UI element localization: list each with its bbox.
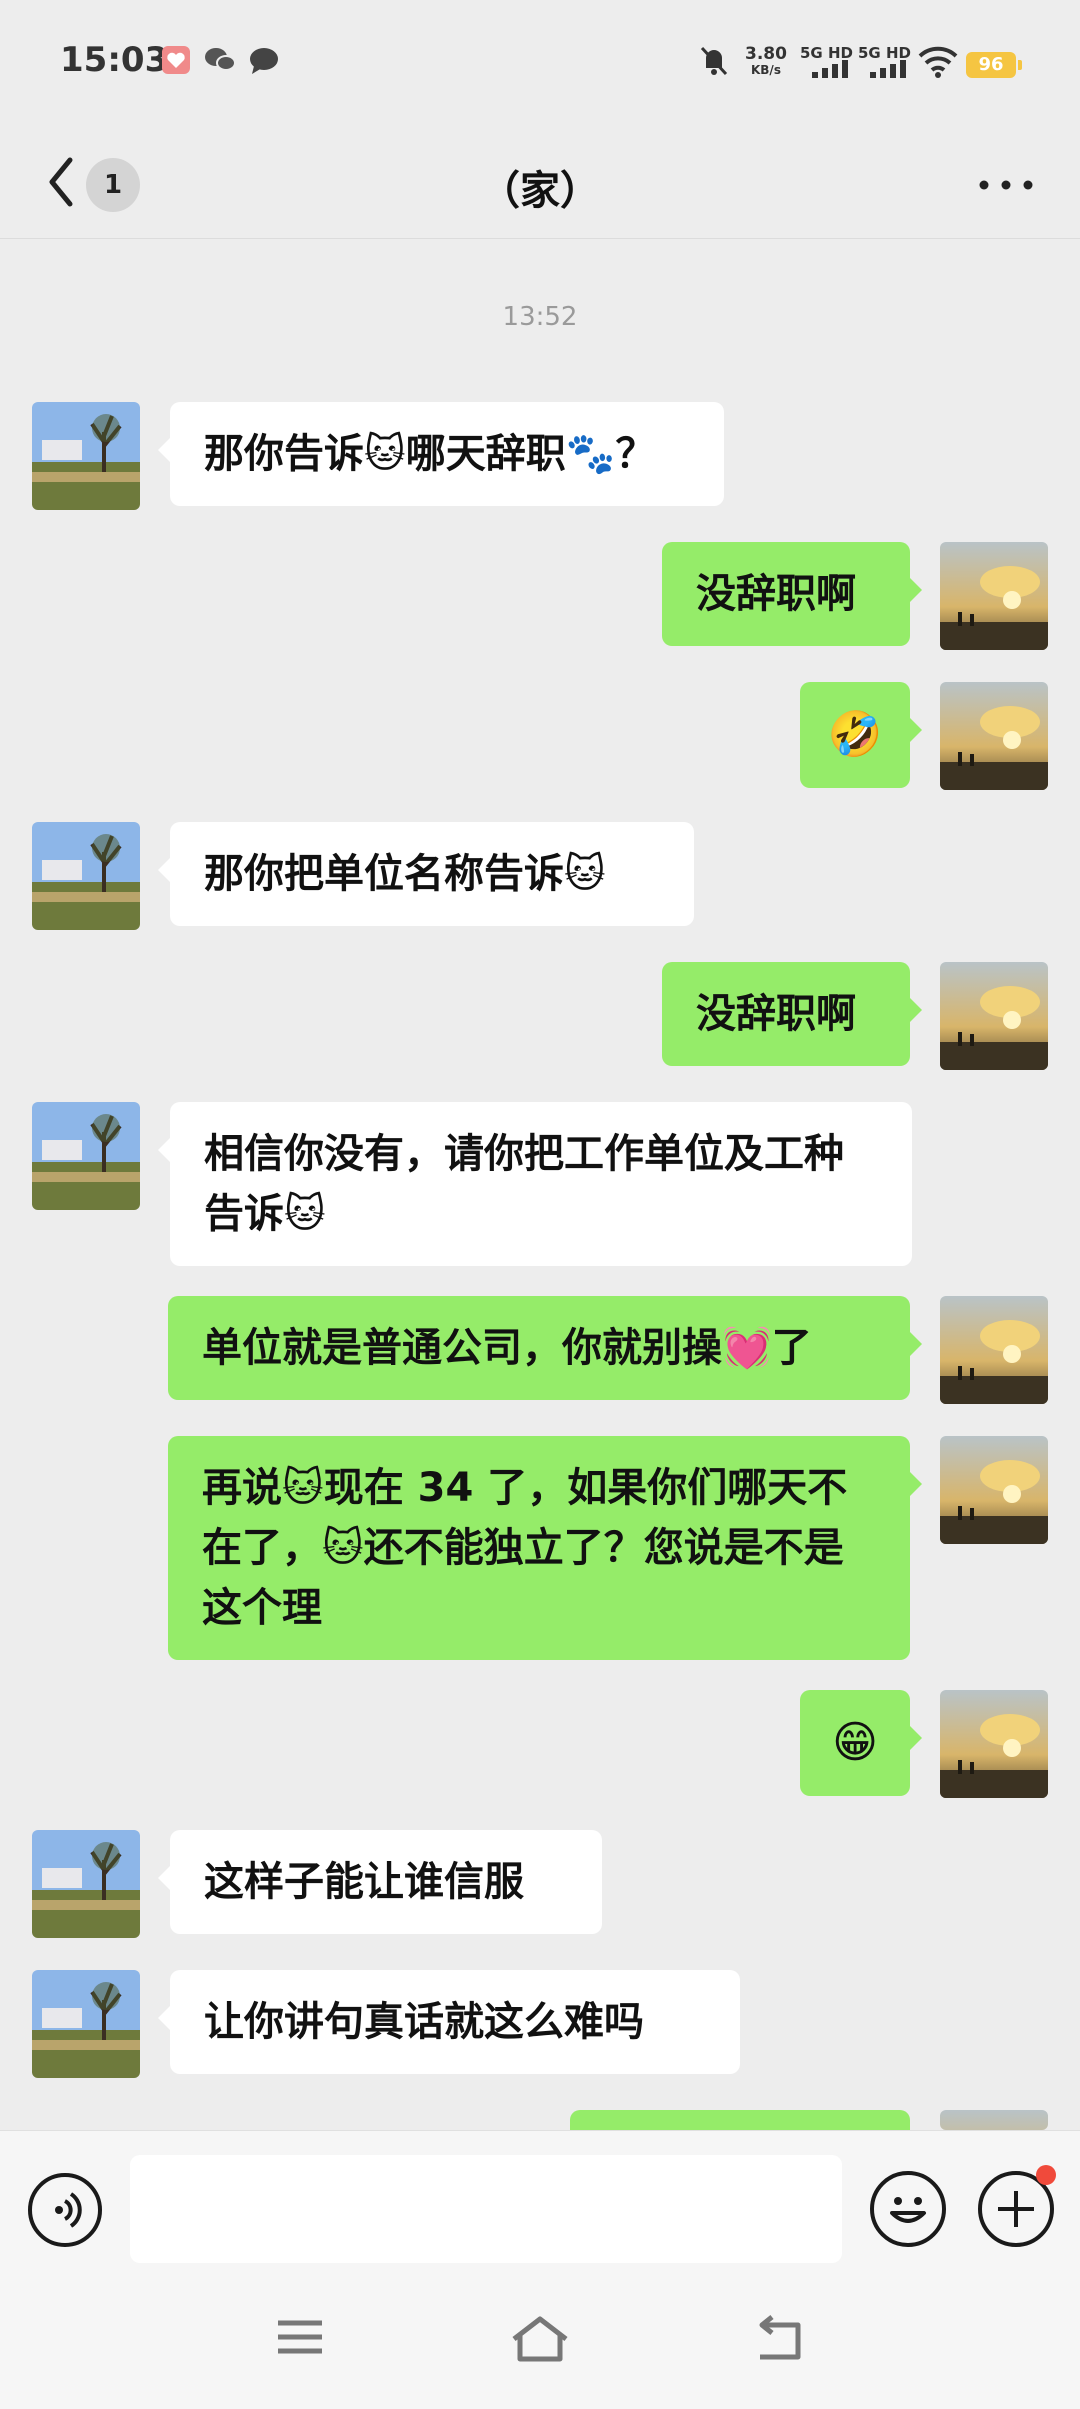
smile-icon [890,2197,926,2223]
message-bubble-incoming[interactable]: 这样子能让谁信服 [158,1830,602,1934]
message-bubble-incoming[interactable]: 让你讲句真话就这么难吗 [158,1970,740,2074]
speed-value: 3.80 [745,44,787,64]
home-icon [512,2316,568,2362]
message-input[interactable] [130,2155,842,2263]
signal-bars-icon [810,60,850,82]
nav-back-button[interactable] [752,2315,808,2367]
wifi-icon [918,46,958,82]
status-bar: 15:03 3.80 KB/s 5G HD 5G HD 96 [0,0,1080,130]
more-dots-icon [979,180,1033,190]
input-bar [0,2130,1080,2409]
menu-icon [278,2320,322,2354]
message-bubble-outgoing[interactable]: 没辞职啊 [662,962,922,1066]
notification-dot [1036,2165,1056,2185]
wechat-icon [204,46,236,78]
battery-indicator: 96 [966,52,1022,78]
nav-menu-button[interactable] [272,2315,328,2363]
voice-icon [55,2192,82,2228]
message-bubble-outgoing-emoji[interactable]: 😁 [800,1690,922,1796]
health-app-icon [160,44,192,80]
message-bubble-outgoing[interactable]: 没辞职啊 [662,542,922,646]
contact-avatar[interactable] [32,1970,140,2078]
my-avatar[interactable] [940,1296,1048,1404]
plus-icon [998,2191,1034,2227]
message-bubble-incoming[interactable]: 那你把单位名称告诉🐱 [158,822,694,926]
contact-avatar[interactable] [32,1830,140,1938]
message-timestamp: 13:52 [502,302,578,332]
chat-title: （家） [480,168,600,214]
network-speed: 3.80 KB/s [745,46,787,78]
contact-avatar[interactable] [32,402,140,510]
my-avatar[interactable] [940,962,1048,1070]
emoji-button[interactable] [870,2171,946,2247]
message-icon [248,46,280,80]
back-icon [759,2315,801,2360]
my-avatar[interactable] [940,2110,1048,2130]
contact-avatar[interactable] [32,1102,140,1210]
speed-unit: KB/s [750,63,781,77]
status-time: 15:03 [60,40,169,80]
message-bubble-incoming[interactable]: 那你告诉🐱哪天辞职🐾？ [158,402,724,506]
my-avatar[interactable] [940,1436,1048,1544]
message-bubble-outgoing[interactable]: 单位就是普通公司，你就别操💓了 [168,1296,922,1400]
voice-button[interactable] [28,2173,102,2247]
message-bubble-outgoing[interactable]: 再说🐱现在 34 了，如果你们哪天不在了，🐱还不能独立了？您说是不是这个理 [168,1436,922,1660]
nav-home-button[interactable] [508,2315,572,2367]
signal-bars-icon [868,60,908,82]
chat-header: 1 （家） [0,130,1080,239]
message-bubble-incoming[interactable]: 相信你没有，请你把工作单位及工种告诉🐱 [158,1102,912,1266]
my-avatar[interactable] [940,542,1048,650]
message-bubble-outgoing-emoji[interactable]: 🤣 [800,682,922,788]
message-bubble-outgoing-partial[interactable] [570,2110,922,2170]
my-avatar[interactable] [940,682,1048,790]
mute-bell-icon [698,44,730,82]
contact-avatar[interactable] [32,822,140,930]
more-button[interactable] [976,170,1036,200]
my-avatar[interactable] [940,1690,1048,1798]
